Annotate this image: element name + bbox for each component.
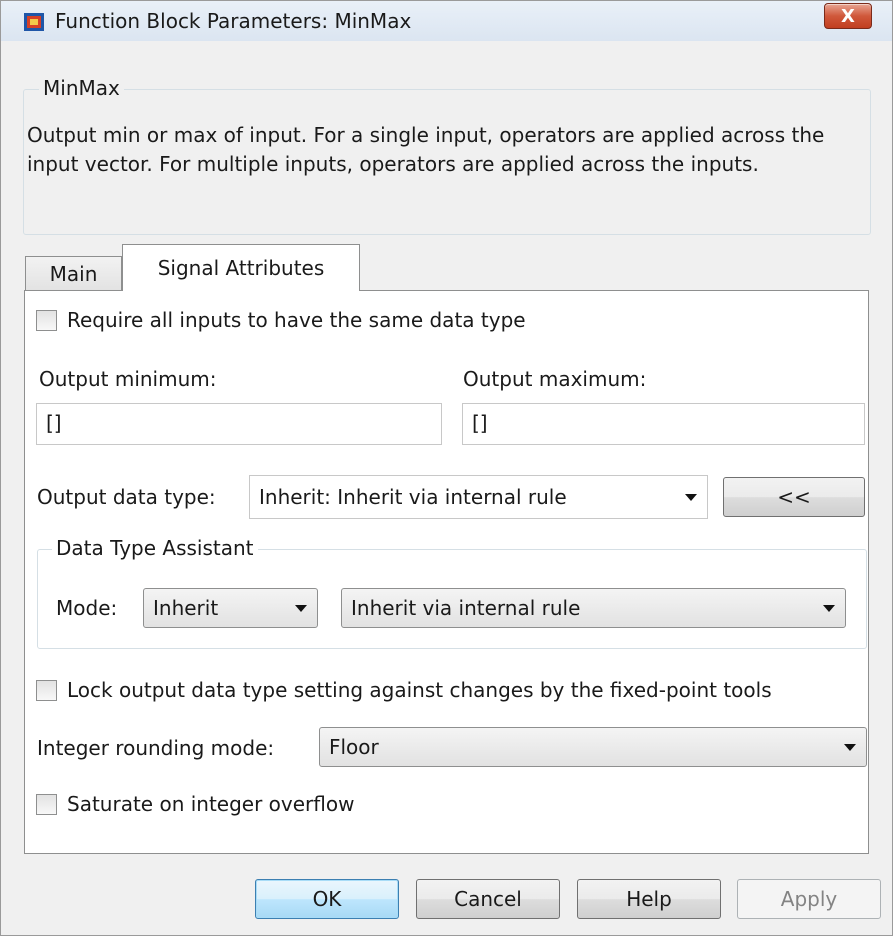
lock-output-label: Lock output data type setting against ch… xyxy=(67,678,772,702)
rounding-mode-select[interactable]: Floor xyxy=(319,727,867,767)
saturate-label: Saturate on integer overflow xyxy=(67,792,355,816)
title-bar[interactable]: Function Block Parameters: MinMax X xyxy=(1,1,892,41)
tab-signal-attributes[interactable]: Signal Attributes xyxy=(122,244,360,291)
dialog-window: Function Block Parameters: MinMax X MinM… xyxy=(0,0,893,936)
output-minimum-field[interactable]: [] xyxy=(36,403,442,445)
output-minimum-label: Output minimum: xyxy=(39,367,217,391)
cancel-label: Cancel xyxy=(454,887,522,911)
cancel-button[interactable]: Cancel xyxy=(416,879,560,919)
output-maximum-label: Output maximum: xyxy=(463,367,647,391)
ok-button[interactable]: OK xyxy=(255,879,399,919)
chevron-down-icon xyxy=(844,744,856,751)
output-data-type-value: Inherit: Inherit via internal rule xyxy=(259,485,567,509)
tab-signal-attributes-label: Signal Attributes xyxy=(157,256,325,280)
tab-main-label: Main xyxy=(49,261,98,286)
chevron-down-icon xyxy=(685,494,697,501)
collapse-assistant-label: << xyxy=(777,485,811,509)
simulink-block-icon xyxy=(24,13,44,31)
chevron-down-icon xyxy=(295,605,307,612)
chevron-down-icon xyxy=(823,605,835,612)
output-data-type-label: Output data type: xyxy=(37,485,216,509)
output-data-type-select[interactable]: Inherit: Inherit via internal rule xyxy=(249,475,708,519)
collapse-assistant-button[interactable]: << xyxy=(723,477,865,517)
require-same-type-label: Require all inputs to have the same data… xyxy=(67,308,526,332)
output-maximum-field[interactable]: [] xyxy=(462,403,865,445)
lock-output-checkbox[interactable] xyxy=(36,680,57,701)
close-button[interactable]: X xyxy=(824,3,872,29)
help-button[interactable]: Help xyxy=(577,879,721,919)
require-same-type-checkbox[interactable] xyxy=(36,310,57,331)
tab-main[interactable]: Main xyxy=(25,256,122,290)
data-type-assistant-title: Data Type Assistant xyxy=(52,536,258,560)
window-title: Function Block Parameters: MinMax xyxy=(55,9,412,33)
rounding-mode-label: Integer rounding mode: xyxy=(37,736,275,760)
mode-select[interactable]: Inherit xyxy=(143,588,318,628)
block-description: Output min or max of input. For a single… xyxy=(27,123,825,176)
inherit-rule-select[interactable]: Inherit via internal rule xyxy=(341,588,846,628)
mode-label: Mode: xyxy=(56,596,118,620)
apply-button[interactable]: Apply xyxy=(737,879,881,919)
saturate-checkbox[interactable] xyxy=(36,794,57,815)
close-icon: X xyxy=(841,5,855,27)
block-name-title: MinMax xyxy=(39,76,124,100)
rounding-mode-value: Floor xyxy=(329,735,379,759)
inherit-rule-value: Inherit via internal rule xyxy=(351,596,581,620)
ok-label: OK xyxy=(312,887,342,911)
help-label: Help xyxy=(626,887,672,911)
apply-label: Apply xyxy=(780,887,838,911)
mode-value: Inherit xyxy=(153,596,219,620)
